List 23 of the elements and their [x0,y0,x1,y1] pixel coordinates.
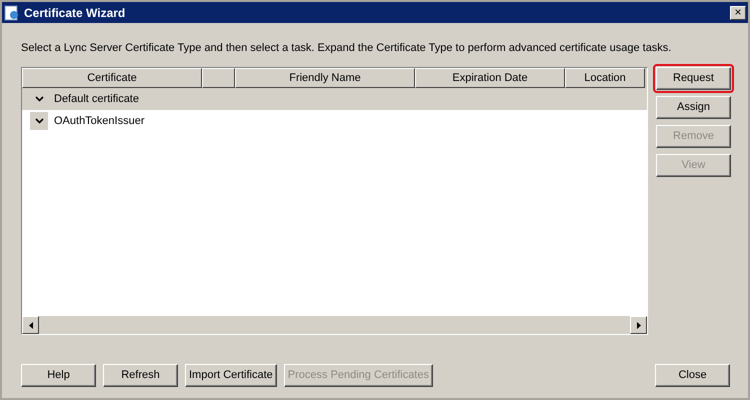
side-button[interactable]: Assign [656,96,731,119]
scroll-right-icon[interactable] [630,316,647,334]
chevron-icon[interactable] [30,112,48,130]
dialog-button[interactable]: Refresh [103,364,178,387]
certificate-row[interactable]: OAuthTokenIssuer [22,110,647,132]
column-header[interactable]: Certificate [22,68,202,88]
dialog-button[interactable]: Help [21,364,96,387]
column-header[interactable]: Expiration Date [415,68,565,88]
window-title: Certificate Wizard [24,4,126,22]
app-icon [4,4,20,20]
column-header[interactable]: Friendly Name [235,68,415,88]
close-dialog-button[interactable]: Close [655,364,730,387]
row-label: OAuthTokenIssuer [54,114,144,129]
close-button[interactable]: × [730,6,746,20]
dialog-button[interactable]: Import Certificate [185,364,277,387]
column-header[interactable]: Location [565,68,645,88]
scroll-left-icon[interactable] [22,316,39,334]
instruction-text: Select a Lync Server Certificate Type and then select a task. Expand the Certificate Type to perform advanced certificate usage tasks. [20,41,672,56]
row-label: Default certificate [54,92,139,107]
side-button[interactable]: Request [656,67,731,90]
certificate-row[interactable]: Default certificate [22,88,647,110]
horizontal-scrollbar[interactable] [22,316,647,334]
column-header[interactable] [202,68,235,88]
